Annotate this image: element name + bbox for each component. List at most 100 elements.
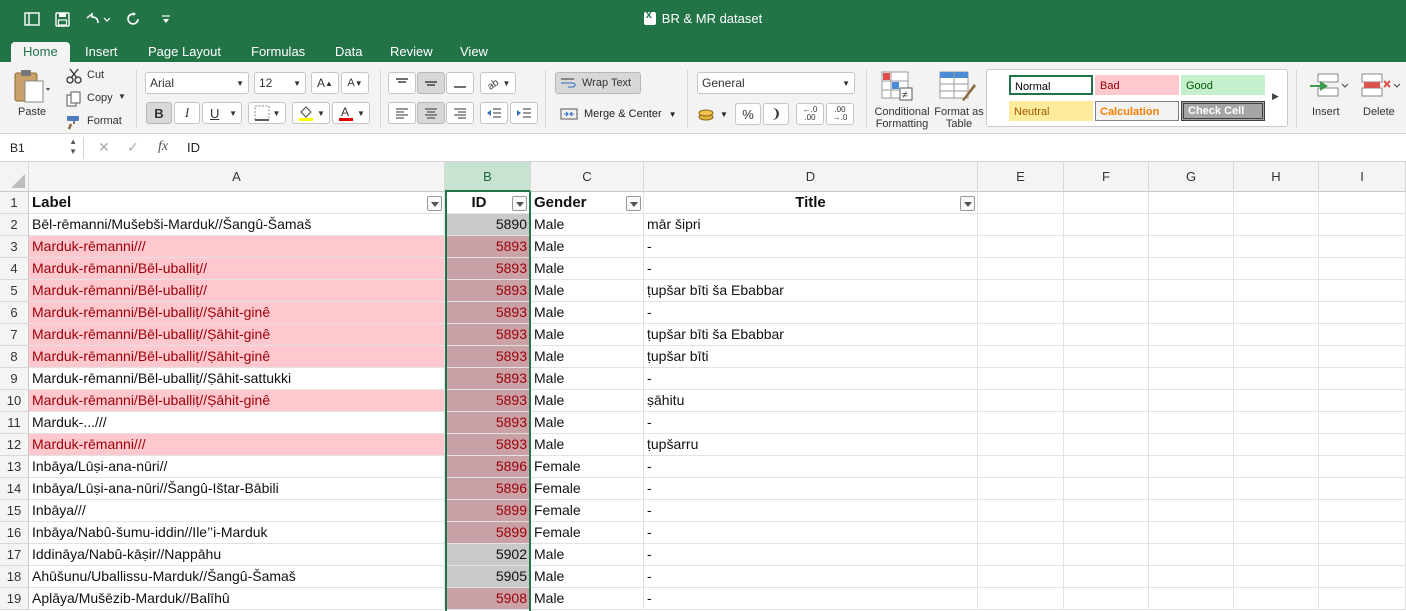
merge-center-button[interactable]: Merge & Center ▼	[560, 105, 677, 123]
cell-label[interactable]: Marduk-rēmanni/Bēl-uballiṭ//Ṣāhit-sattuk…	[29, 368, 445, 390]
name-box-stepper-icon[interactable]: ▲ ▼	[69, 137, 77, 157]
name-box[interactable]: B1 ▲ ▼	[4, 137, 84, 159]
row-header[interactable]: 12	[0, 434, 29, 456]
format-as-table-button[interactable]: Format as Table	[934, 106, 984, 130]
cell-label[interactable]: Marduk-rēmanni/Bēl-uballiṭ//Ṣāhit-ginê	[29, 302, 445, 324]
cell-title[interactable]: -	[644, 412, 978, 434]
empty-cell[interactable]	[1319, 214, 1406, 236]
empty-cell[interactable]	[1234, 346, 1319, 368]
cell-title[interactable]: ṭupšar bīti	[644, 346, 978, 368]
percent-style-button[interactable]: %	[735, 103, 761, 125]
row-header[interactable]: 3	[0, 236, 29, 258]
empty-cell[interactable]	[1319, 412, 1406, 434]
column-header-b[interactable]: B	[445, 162, 531, 192]
empty-cell[interactable]	[1319, 588, 1406, 610]
font-name-select[interactable]: Arial ▼	[145, 72, 249, 94]
cell-title[interactable]: ṭupšar bīti ša Ebabbar	[644, 324, 978, 346]
cell-title[interactable]: ṭupšarru	[644, 434, 978, 456]
empty-cell[interactable]	[1064, 412, 1149, 434]
column-header-e[interactable]: E	[978, 162, 1064, 192]
empty-cell[interactable]	[1064, 368, 1149, 390]
empty-cell[interactable]	[1234, 280, 1319, 302]
empty-cell[interactable]	[1149, 500, 1234, 522]
cell-gender[interactable]: Male	[531, 324, 644, 346]
empty-cell[interactable]	[1149, 302, 1234, 324]
cell-gender[interactable]: Female	[531, 478, 644, 500]
cell-title[interactable]: -	[644, 500, 978, 522]
cell-gender[interactable]: Male	[531, 390, 644, 412]
insert-cells-icon[interactable]	[1308, 72, 1350, 102]
empty-cell[interactable]	[1064, 214, 1149, 236]
empty-cell[interactable]	[1234, 588, 1319, 610]
cell-title[interactable]: -	[644, 588, 978, 610]
cell-label[interactable]: Inbāya/Lūṣi-ana-nūri//	[29, 456, 445, 478]
cell-id[interactable]: 5893	[445, 280, 531, 302]
empty-cell[interactable]	[1319, 478, 1406, 500]
empty-cell[interactable]	[1064, 456, 1149, 478]
filter-dropdown-gender[interactable]	[626, 196, 641, 211]
delete-cells-button[interactable]: Delete	[1363, 106, 1395, 118]
empty-cell[interactable]	[1319, 236, 1406, 258]
empty-cell[interactable]	[1319, 280, 1406, 302]
cell-id[interactable]: 5893	[445, 346, 531, 368]
empty-cell[interactable]	[1234, 500, 1319, 522]
empty-cell[interactable]	[1234, 478, 1319, 500]
cell-id[interactable]: 5893	[445, 302, 531, 324]
row-header[interactable]: 18	[0, 566, 29, 588]
cell-id[interactable]: 5902	[445, 544, 531, 566]
cell-title[interactable]: -	[644, 258, 978, 280]
font-color-button[interactable]: A ▼	[332, 102, 370, 124]
empty-cell[interactable]	[1064, 522, 1149, 544]
row-header[interactable]: 1	[0, 192, 29, 214]
empty-cell[interactable]	[1149, 566, 1234, 588]
empty-cell[interactable]	[1319, 544, 1406, 566]
filter-dropdown-title[interactable]	[960, 196, 975, 211]
cell-label[interactable]: Inbāya/Nabû-šumu-iddin//Ile’’i-Marduk	[29, 522, 445, 544]
align-bottom-button[interactable]	[446, 72, 474, 94]
tab-review[interactable]: Review	[390, 42, 433, 62]
empty-cell[interactable]	[1064, 258, 1149, 280]
align-top-button[interactable]	[388, 72, 416, 94]
filter-dropdown-label[interactable]	[427, 196, 442, 211]
empty-cell[interactable]	[1234, 412, 1319, 434]
format-painter-button[interactable]: Format	[87, 115, 122, 127]
empty-cell[interactable]	[978, 500, 1064, 522]
copy-dropdown-icon[interactable]: ▼	[118, 92, 126, 101]
cell-gender[interactable]: Female	[531, 456, 644, 478]
empty-cell[interactable]	[1064, 302, 1149, 324]
align-left-button[interactable]	[388, 102, 416, 124]
delete-cells-icon[interactable]	[1360, 72, 1402, 102]
cell-id[interactable]: 5899	[445, 522, 531, 544]
style-good[interactable]: Good	[1181, 75, 1265, 95]
decrease-decimal-button[interactable]: .00 →.0	[826, 103, 854, 125]
cell-label[interactable]: Marduk-rēmanni/Bēl-uballiṭ//Ṣāhit-ginê	[29, 346, 445, 368]
empty-cell[interactable]	[978, 566, 1064, 588]
empty-cell[interactable]	[1234, 390, 1319, 412]
empty-cell[interactable]	[978, 588, 1064, 610]
style-neutral[interactable]: Neutral	[1009, 101, 1093, 121]
empty-cell[interactable]	[1064, 588, 1149, 610]
empty-cell[interactable]	[978, 412, 1064, 434]
cell-label[interactable]: Marduk-...///	[29, 412, 445, 434]
cell-id[interactable]: 5893	[445, 368, 531, 390]
empty-cell[interactable]	[1064, 566, 1149, 588]
cell-id[interactable]: 5893	[445, 412, 531, 434]
cell-gender[interactable]: Male	[531, 368, 644, 390]
empty-cell[interactable]	[978, 302, 1064, 324]
empty-cell[interactable]	[1319, 302, 1406, 324]
empty-cell[interactable]	[1149, 236, 1234, 258]
cell-gender[interactable]: Male	[531, 566, 644, 588]
tab-page-layout[interactable]: Page Layout	[148, 42, 221, 62]
cell-id[interactable]: 5893	[445, 258, 531, 280]
empty-cell[interactable]	[1319, 522, 1406, 544]
cell-label[interactable]: Marduk-rēmanni///	[29, 434, 445, 456]
cell-id[interactable]: 5893	[445, 236, 531, 258]
cell-title[interactable]: -	[644, 566, 978, 588]
cell-title[interactable]: ṣāhitu	[644, 390, 978, 412]
confirm-entry-icon[interactable]: ✓	[127, 139, 139, 156]
empty-cell[interactable]	[1149, 368, 1234, 390]
cell-title[interactable]: ṭupšar bīti ša Ebabbar	[644, 280, 978, 302]
empty-cell[interactable]	[1234, 522, 1319, 544]
insert-function-button[interactable]: fx	[158, 139, 168, 155]
cell-gender[interactable]: Male	[531, 544, 644, 566]
